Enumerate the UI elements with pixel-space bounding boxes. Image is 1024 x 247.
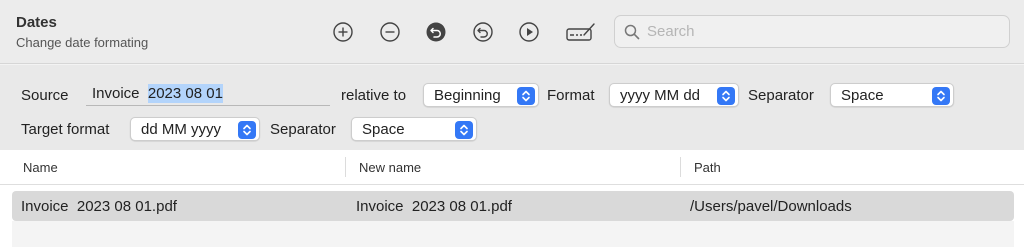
source-prefix: Invoice bbox=[92, 85, 140, 102]
undo-outline-icon bbox=[473, 22, 493, 42]
column-header-path[interactable]: Path bbox=[694, 160, 721, 175]
chevron-updown-icon bbox=[517, 87, 535, 105]
rename-button[interactable] bbox=[566, 20, 596, 44]
source-label: Source bbox=[21, 87, 69, 104]
chevron-updown-icon bbox=[932, 87, 950, 105]
column-divider[interactable] bbox=[680, 157, 681, 177]
separator-value: Space bbox=[841, 86, 884, 104]
signature-icon bbox=[566, 23, 595, 41]
column-header-name[interactable]: Name bbox=[23, 160, 58, 175]
source-selection: 2023 08 01 bbox=[147, 84, 223, 103]
target-format-label: Target format bbox=[21, 121, 110, 138]
search-icon bbox=[624, 24, 640, 39]
cell-new-name: Invoice 2023 08 01.pdf bbox=[356, 198, 512, 215]
relative-to-popup[interactable]: Beginning bbox=[423, 83, 539, 107]
target-format-value: dd MM yyyy bbox=[141, 120, 222, 138]
files-table: Name New name Path Invoice 2023 08 01.pd… bbox=[0, 150, 1024, 247]
chevron-updown-icon bbox=[717, 87, 735, 105]
cell-path: /Users/pavel/Downloads bbox=[690, 198, 852, 215]
run-button[interactable] bbox=[517, 20, 541, 44]
column-divider[interactable] bbox=[345, 157, 346, 177]
relative-label: relative to bbox=[341, 87, 407, 104]
separator-label: Separator bbox=[748, 87, 814, 104]
remove-button[interactable] bbox=[378, 20, 402, 44]
app-title: Dates bbox=[16, 14, 57, 31]
separator-popup[interactable]: Space bbox=[830, 83, 954, 107]
play-icon bbox=[519, 22, 539, 42]
revert-all-button[interactable] bbox=[424, 20, 448, 44]
search-input[interactable] bbox=[647, 23, 987, 40]
separator2-label: Separator bbox=[270, 121, 336, 138]
add-button[interactable] bbox=[331, 20, 355, 44]
table-header: Name New name Path bbox=[0, 150, 1024, 185]
undo-button[interactable] bbox=[471, 20, 495, 44]
plus-circle-icon bbox=[333, 22, 353, 42]
table-row-empty bbox=[12, 221, 1014, 247]
chevron-updown-icon bbox=[238, 121, 256, 139]
separator2-value: Space bbox=[362, 120, 405, 138]
undo-filled-icon bbox=[426, 22, 446, 42]
toolbar: Dates Change date formating bbox=[0, 0, 1024, 64]
target-format-popup[interactable]: dd MM yyyy bbox=[130, 117, 260, 141]
format-label: Format bbox=[547, 87, 595, 104]
app-subtitle: Change date formating bbox=[16, 35, 149, 50]
search-field[interactable] bbox=[614, 15, 1010, 48]
chevron-updown-icon bbox=[455, 121, 473, 139]
table-row[interactable]: Invoice 2023 08 01.pdf Invoice 2023 08 0… bbox=[12, 191, 1014, 221]
minus-circle-icon bbox=[380, 22, 400, 42]
format-value: yyyy MM dd bbox=[620, 86, 701, 104]
cell-name: Invoice 2023 08 01.pdf bbox=[21, 198, 177, 215]
source-field[interactable]: Invoice 2023 08 01 bbox=[86, 82, 330, 106]
format-popup[interactable]: yyyy MM dd bbox=[609, 83, 739, 107]
column-header-new-name[interactable]: New name bbox=[359, 160, 421, 175]
separator2-popup[interactable]: Space bbox=[351, 117, 477, 141]
relative-to-value: Beginning bbox=[434, 86, 501, 104]
